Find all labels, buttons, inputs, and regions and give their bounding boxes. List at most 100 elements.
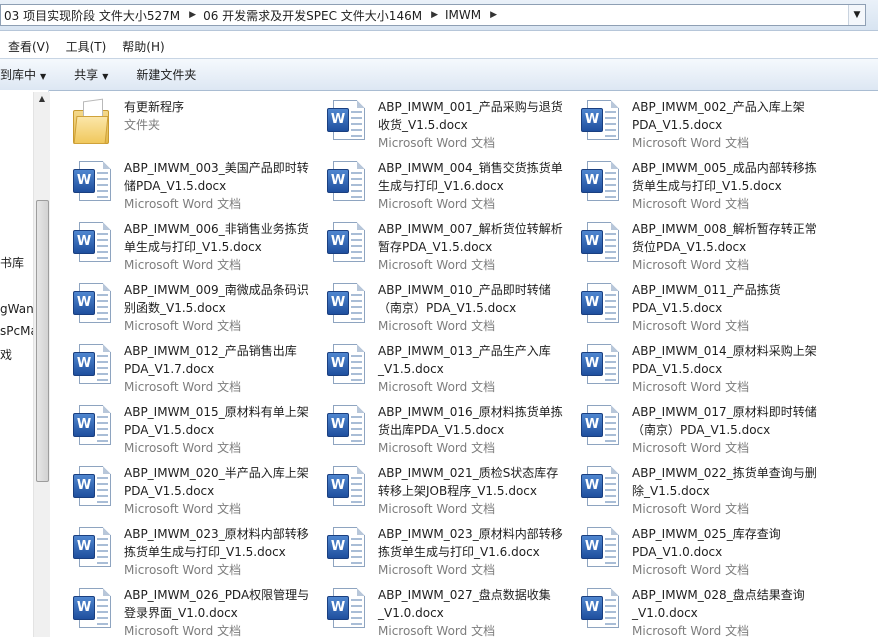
navigation-scrollbar[interactable]: ▲ <box>33 92 50 637</box>
file-item[interactable]: W ABP_IMWM_027_盘点数据收集_V1.0.docx Microsoft … <box>303 578 553 637</box>
nav-item-games[interactable]: 戏 <box>0 346 12 363</box>
word-doc-icon: W <box>581 525 633 571</box>
address-dropdown-icon[interactable]: ▼ <box>848 5 865 25</box>
address-bar-area: 03 项目实现阶段 文件大小527M ▶ 06 开发需求及开发SPEC 文件大小… <box>0 0 878 31</box>
file-type: Microsoft Word 文档 <box>124 258 242 272</box>
file-name: ABP_IMWM_011_产品拣货PDA_V1.5.docx <box>632 283 781 315</box>
word-doc-icon: W <box>581 342 633 388</box>
file-item[interactable]: W ABP_IMWM_004_销售交货拣货单生成与打印_V1.6.docx Micr… <box>303 151 563 211</box>
file-type: Microsoft Word 文档 <box>124 441 242 455</box>
file-type: Microsoft Word 文档 <box>124 197 242 211</box>
file-type: Microsoft Word 文档 <box>378 380 496 394</box>
file-type: Microsoft Word 文档 <box>632 258 750 272</box>
word-doc-icon: W <box>581 98 633 144</box>
chevron-down-icon: ▼ <box>102 72 109 81</box>
file-type: Microsoft Word 文档 <box>124 380 242 394</box>
file-item[interactable]: W ABP_IMWM_025_库存查询PDA_V1.0.docx Microsoft… <box>557 517 807 577</box>
share-button[interactable]: 共享 ▼ <box>60 66 122 83</box>
scrollbar-thumb[interactable] <box>36 200 49 482</box>
file-type: Microsoft Word 文档 <box>378 136 496 150</box>
file-type: Microsoft Word 文档 <box>378 624 496 637</box>
file-type: Microsoft Word 文档 <box>378 502 496 516</box>
word-doc-icon: W <box>327 525 379 571</box>
file-type: 文件夹 <box>124 118 161 132</box>
file-item[interactable]: W ABP_IMWM_006_非销售业务拣货单生成与打印_V1.5.docx Mic… <box>49 212 309 272</box>
file-type: Microsoft Word 文档 <box>632 563 750 577</box>
file-item[interactable]: W ABP_IMWM_009_南微成品条码识别函数_V1.5.docx Micros… <box>49 273 309 333</box>
breadcrumb-imwm[interactable]: IMWM <box>442 8 486 22</box>
file-item[interactable]: W ABP_IMWM_007_解析货位转解析暂存PDA_V1.5.docx Micr… <box>303 212 563 272</box>
file-type: Microsoft Word 文档 <box>632 380 750 394</box>
file-type: Microsoft Word 文档 <box>378 197 496 211</box>
address-bar[interactable]: 03 项目实现阶段 文件大小527M ▶ 06 开发需求及开发SPEC 文件大小… <box>0 4 866 26</box>
breadcrumb-dev-spec[interactable]: 06 开发需求及开发SPEC 文件大小146M <box>200 7 427 24</box>
file-item[interactable]: W ABP_IMWM_014_原材料采购上架PDA_V1.5.docx Micros… <box>557 334 817 394</box>
file-type: Microsoft Word 文档 <box>378 319 496 333</box>
new-folder-button[interactable]: 新建文件夹 <box>122 66 210 83</box>
breadcrumb-project-phase[interactable]: 03 项目实现阶段 文件大小527M <box>1 7 185 24</box>
folder-icon <box>73 98 125 144</box>
file-item[interactable]: W ABP_IMWM_020_半产品入库上架PDA_V1.5.docx Micros… <box>49 456 309 516</box>
file-name: ABP_IMWM_017_原材料即时转储（南京）PDA_V1.5.docx <box>632 405 817 437</box>
breadcrumb-separator-icon[interactable]: ▶ <box>185 10 200 20</box>
word-doc-icon: W <box>327 586 379 632</box>
share-label: 共享 <box>74 68 99 82</box>
file-item[interactable]: W ABP_IMWM_021_质检S状态库存转移上架JOB程序_V1.5.docx… <box>303 456 558 516</box>
file-type: Microsoft Word 文档 <box>378 563 496 577</box>
word-doc-icon: W <box>73 464 125 510</box>
file-name: ABP_IMWM_008_解析暂存转正常货位PDA_V1.5.docx <box>632 222 817 254</box>
file-name: 有更新程序 <box>124 100 185 114</box>
word-doc-icon: W <box>73 525 125 571</box>
file-item[interactable]: W ABP_IMWM_001_产品采购与退货收货_V1.5.docx Microso… <box>303 90 563 150</box>
file-list: 有更新程序 文件夹 W ABP_IMWM_001_产品采购与退货收货_V1.5.doc… <box>49 90 878 637</box>
menu-tools[interactable]: 工具(T) <box>58 38 115 55</box>
file-item[interactable]: W ABP_IMWM_026_PDA权限管理与登录界面_V1.0.docx Micr… <box>49 578 309 637</box>
file-item[interactable]: W ABP_IMWM_005_成品内部转移拣货单生成与打印_V1.5.docx Mi… <box>557 151 817 211</box>
file-name: ABP_IMWM_006_非销售业务拣货单生成与打印_V1.5.docx <box>124 222 309 254</box>
file-name: ABP_IMWM_028_盘点结果查询_V1.0.docx <box>632 588 805 620</box>
file-name: ABP_IMWM_013_产品生产入库_V1.5.docx <box>378 344 551 376</box>
file-type: Microsoft Word 文档 <box>124 563 242 577</box>
breadcrumb-separator-icon[interactable]: ▶ <box>486 10 501 20</box>
file-item[interactable]: W ABP_IMWM_023_原材料内部转移拣货单生成与打印_V1.5.docx M… <box>49 517 309 577</box>
file-item[interactable]: W ABP_IMWM_002_产品入库上架PDA_V1.5.docx Microso… <box>557 90 807 150</box>
file-item[interactable]: W ABP_IMWM_008_解析暂存转正常货位PDA_V1.5.docx Micr… <box>557 212 817 272</box>
breadcrumb-separator-icon[interactable]: ▶ <box>427 10 442 20</box>
file-item[interactable]: W ABP_IMWM_017_原材料即时转储（南京）PDA_V1.5.docx Mi… <box>557 395 817 455</box>
menu-view[interactable]: 查看(V) <box>0 38 58 55</box>
file-name: ABP_IMWM_003_美国产品即时转储PDA_V1.5.docx <box>124 161 309 193</box>
file-name: ABP_IMWM_012_产品销售出库PDA_V1.7.docx <box>124 344 297 376</box>
nav-item-library[interactable]: 书库 <box>0 254 24 271</box>
file-item[interactable]: W ABP_IMWM_022_拣货单查询与删除_V1.5.docx Microsof… <box>557 456 817 516</box>
file-item[interactable]: W ABP_IMWM_013_产品生产入库_V1.5.docx Microsoft … <box>303 334 553 394</box>
file-item[interactable]: W ABP_IMWM_028_盘点结果查询_V1.0.docx Microsoft … <box>557 578 807 637</box>
file-item[interactable]: W ABP_IMWM_015_原材料有单上架PDA_V1.5.docx Micros… <box>49 395 309 455</box>
file-name: ABP_IMWM_023_原材料内部转移拣货单生成与打印_V1.6.docx <box>378 527 563 559</box>
file-name: ABP_IMWM_020_半产品入库上架PDA_V1.5.docx <box>124 466 309 498</box>
file-item[interactable]: W ABP_IMWM_011_产品拣货PDA_V1.5.docx Microsoft… <box>557 273 807 333</box>
word-doc-icon: W <box>73 403 125 449</box>
nav-item-gwan[interactable]: gWan <box>0 302 34 316</box>
word-doc-icon: W <box>327 342 379 388</box>
include-in-library-button[interactable]: 到库中 ▼ <box>0 66 60 83</box>
word-doc-icon: W <box>73 342 125 388</box>
file-item[interactable]: W ABP_IMWM_010_产品即时转储（南京）PDA_V1.5.docx Mic… <box>303 273 553 333</box>
menu-help[interactable]: 帮助(H) <box>114 38 172 55</box>
word-doc-icon: W <box>581 403 633 449</box>
menu-bar: 查看(V) 工具(T) 帮助(H) <box>0 36 878 56</box>
file-item[interactable]: W ABP_IMWM_012_产品销售出库PDA_V1.7.docx Microso… <box>49 334 299 394</box>
folder-item[interactable]: 有更新程序 文件夹 <box>49 90 299 148</box>
file-name: ABP_IMWM_016_原材料拣货单拣货出库PDA_V1.5.docx <box>378 405 563 437</box>
include-in-library-label: 到库中 <box>0 68 37 82</box>
file-item[interactable]: W ABP_IMWM_023_原材料内部转移拣货单生成与打印_V1.6.docx M… <box>303 517 563 577</box>
word-doc-icon: W <box>581 281 633 327</box>
file-item[interactable]: W ABP_IMWM_016_原材料拣货单拣货出库PDA_V1.5.docx Mic… <box>303 395 563 455</box>
file-item[interactable]: W ABP_IMWM_003_美国产品即时转储PDA_V1.5.docx Micro… <box>49 151 309 211</box>
word-doc-icon: W <box>327 98 379 144</box>
file-type: Microsoft Word 文档 <box>632 136 750 150</box>
file-name: ABP_IMWM_023_原材料内部转移拣货单生成与打印_V1.5.docx <box>124 527 309 559</box>
scroll-up-icon[interactable]: ▲ <box>34 94 50 103</box>
chevron-down-icon: ▼ <box>40 72 47 81</box>
command-toolbar: 到库中 ▼ 共享 ▼ 新建文件夹 <box>0 58 878 91</box>
file-type: Microsoft Word 文档 <box>632 624 750 637</box>
